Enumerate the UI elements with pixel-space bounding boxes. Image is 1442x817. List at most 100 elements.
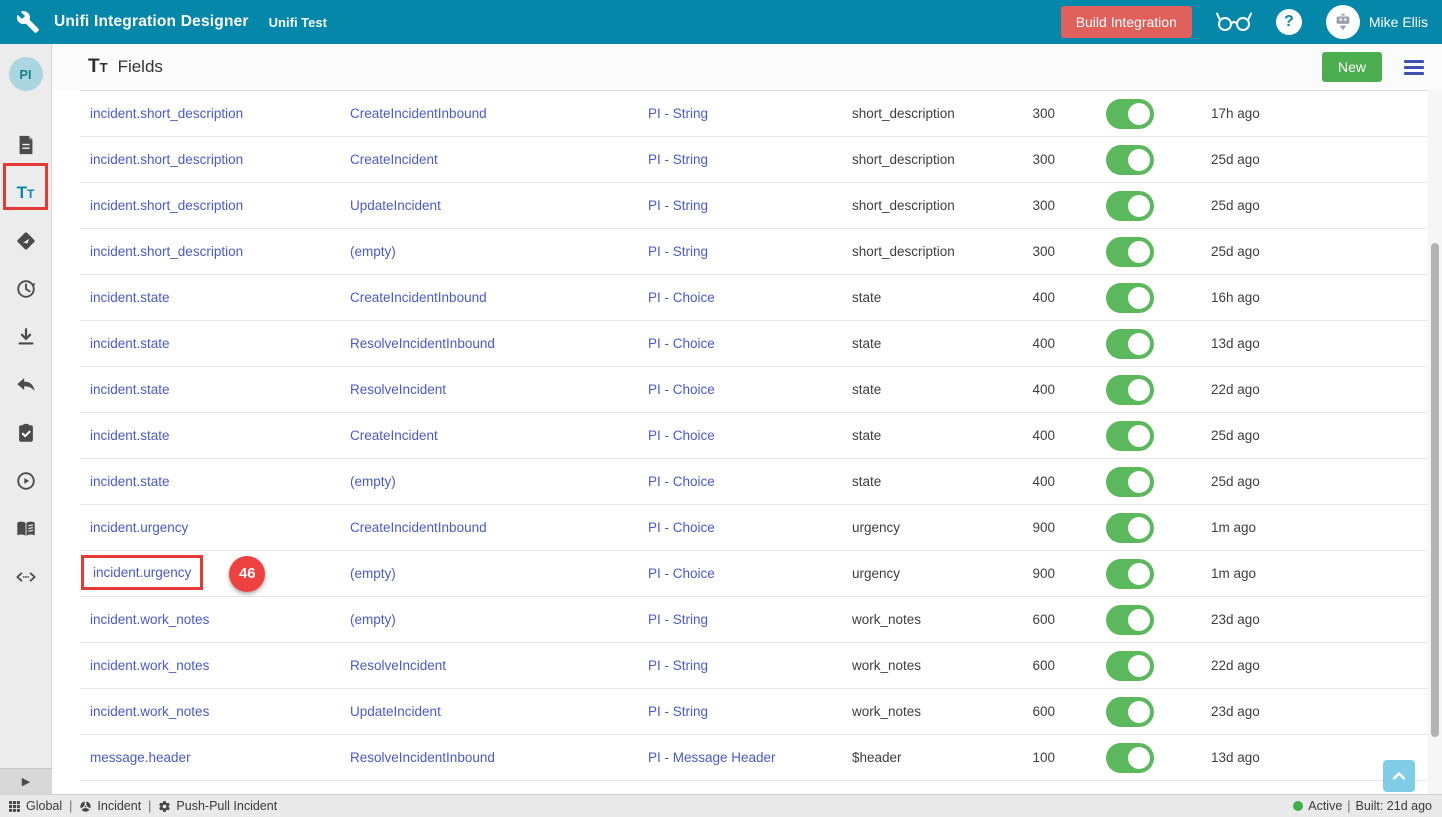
build-integration-button[interactable]: Build Integration [1061,6,1192,38]
type-link[interactable]: PI - Choice [648,336,715,351]
enabled-toggle[interactable] [1106,743,1154,773]
type-link[interactable]: PI - Choice [648,290,715,305]
type-link[interactable]: PI - Choice [648,428,715,443]
type-link[interactable]: PI - Choice [648,520,715,535]
type-link[interactable]: PI - String [648,658,708,673]
sidebar-item-history[interactable] [0,265,51,313]
field-link[interactable]: incident.state [90,382,170,397]
type-link[interactable]: PI - Choice [648,382,715,397]
type-cell: PI - String [648,152,852,167]
enabled-toggle[interactable] [1106,559,1154,589]
statusbar-scope[interactable]: Global [8,799,62,813]
updated-cell: 25d ago [1205,152,1428,167]
sidebar-expand-button[interactable]: ▶ [0,768,52,794]
message-link[interactable]: ResolveIncidentInbound [350,750,495,765]
message-link[interactable]: (empty) [350,612,396,627]
enabled-toggle[interactable] [1106,697,1154,727]
field-link[interactable]: incident.short_description [90,198,243,213]
sidebar-item-run[interactable] [0,457,51,505]
type-link[interactable]: PI - String [648,152,708,167]
enabled-toggle[interactable] [1106,283,1154,313]
enabled-toggle[interactable] [1106,375,1154,405]
order-cell: 400 [992,382,1055,397]
enabled-toggle[interactable] [1106,421,1154,451]
field-link[interactable]: incident.short_description [90,244,243,259]
order-cell: 400 [992,290,1055,305]
active-status-label: Active [1308,799,1342,813]
new-button[interactable]: New [1322,52,1382,82]
message-link[interactable]: (empty) [350,244,396,259]
user-menu[interactable]: Mike Ellis [1326,5,1428,39]
message-link[interactable]: ResolveIncident [350,658,446,673]
field-link[interactable]: message.header [90,750,191,765]
message-link[interactable]: (empty) [350,566,396,581]
message-link[interactable]: CreateIncidentInbound [350,106,487,121]
type-link[interactable]: PI - Choice [648,566,715,581]
field-cell: incident.short_description [90,106,350,121]
type-link[interactable]: PI - Choice [648,474,715,489]
type-link[interactable]: PI - String [648,704,708,719]
help-icon[interactable]: ? [1276,9,1302,35]
sidebar-item-messages[interactable] [0,217,51,265]
field-link[interactable]: incident.state [90,290,170,305]
field-link[interactable]: incident.work_notes [90,612,209,627]
type-link[interactable]: PI - String [648,244,708,259]
toggle-knob [1128,103,1150,125]
type-link[interactable]: PI - String [648,106,708,121]
left-sidebar: PI TT [0,44,52,794]
code-icon [15,566,37,588]
message-link[interactable]: (empty) [350,474,396,489]
list-menu-icon[interactable] [1404,60,1424,75]
integration-avatar[interactable]: PI [9,57,43,91]
message-link[interactable]: CreateIncidentInbound [350,520,487,535]
message-link[interactable]: CreateIncident [350,428,438,443]
sidebar-item-documents[interactable] [0,121,51,169]
sidebar-item-scripts[interactable] [0,553,51,601]
enabled-toggle[interactable] [1106,605,1154,635]
message-link[interactable]: UpdateIncident [350,198,441,213]
message-link[interactable]: ResolveIncidentInbound [350,336,495,351]
sidebar-item-fields[interactable]: TT [0,169,51,217]
field-link[interactable]: incident.short_description [90,152,243,167]
type-link[interactable]: PI - String [648,612,708,627]
statusbar-integration[interactable]: Push-Pull Incident [158,799,277,813]
enabled-toggle[interactable] [1106,329,1154,359]
statusbar-separator: | [148,799,151,813]
field-link[interactable]: incident.work_notes [90,704,209,719]
field-link[interactable]: incident.short_description [90,106,243,121]
enabled-toggle[interactable] [1106,651,1154,681]
type-link[interactable]: PI - Message Header [648,750,776,765]
field-link[interactable]: incident.state [90,336,170,351]
message-link[interactable]: UpdateIncident [350,704,441,719]
enabled-toggle[interactable] [1106,513,1154,543]
field-link[interactable]: incident.state [90,428,170,443]
message-link[interactable]: ResolveIncident [350,382,446,397]
enabled-toggle[interactable] [1106,99,1154,129]
scrollbar-thumb[interactable] [1431,243,1439,737]
vertical-scrollbar[interactable] [1428,90,1442,796]
statusbar-target[interactable]: Incident [79,799,141,813]
enabled-toggle[interactable] [1106,237,1154,267]
enabled-toggle[interactable] [1106,145,1154,175]
integration-name[interactable]: Unifi Test [269,15,327,30]
sidebar-item-tasks[interactable] [0,409,51,457]
field-link[interactable]: incident.urgency [93,565,191,580]
order-cell: 400 [992,428,1055,443]
toggle-cell [1055,651,1205,681]
field-link[interactable]: incident.urgency [90,520,188,535]
field-link[interactable]: incident.work_notes [90,658,209,673]
sidebar-item-responses[interactable] [0,361,51,409]
sidebar-item-import[interactable] [0,313,51,361]
field-cell: incident.state [90,290,350,305]
sidebar-item-documentation[interactable] [0,505,51,553]
table-row: incident.work_notes(empty)PI - Stringwor… [80,597,1428,643]
preview-glasses-icon[interactable] [1216,11,1252,33]
toggle-cell [1055,145,1205,175]
enabled-toggle[interactable] [1106,191,1154,221]
scroll-to-top-button[interactable] [1383,760,1415,792]
field-link[interactable]: incident.state [90,474,170,489]
type-link[interactable]: PI - String [648,198,708,213]
message-link[interactable]: CreateIncident [350,152,438,167]
enabled-toggle[interactable] [1106,467,1154,497]
message-link[interactable]: CreateIncidentInbound [350,290,487,305]
